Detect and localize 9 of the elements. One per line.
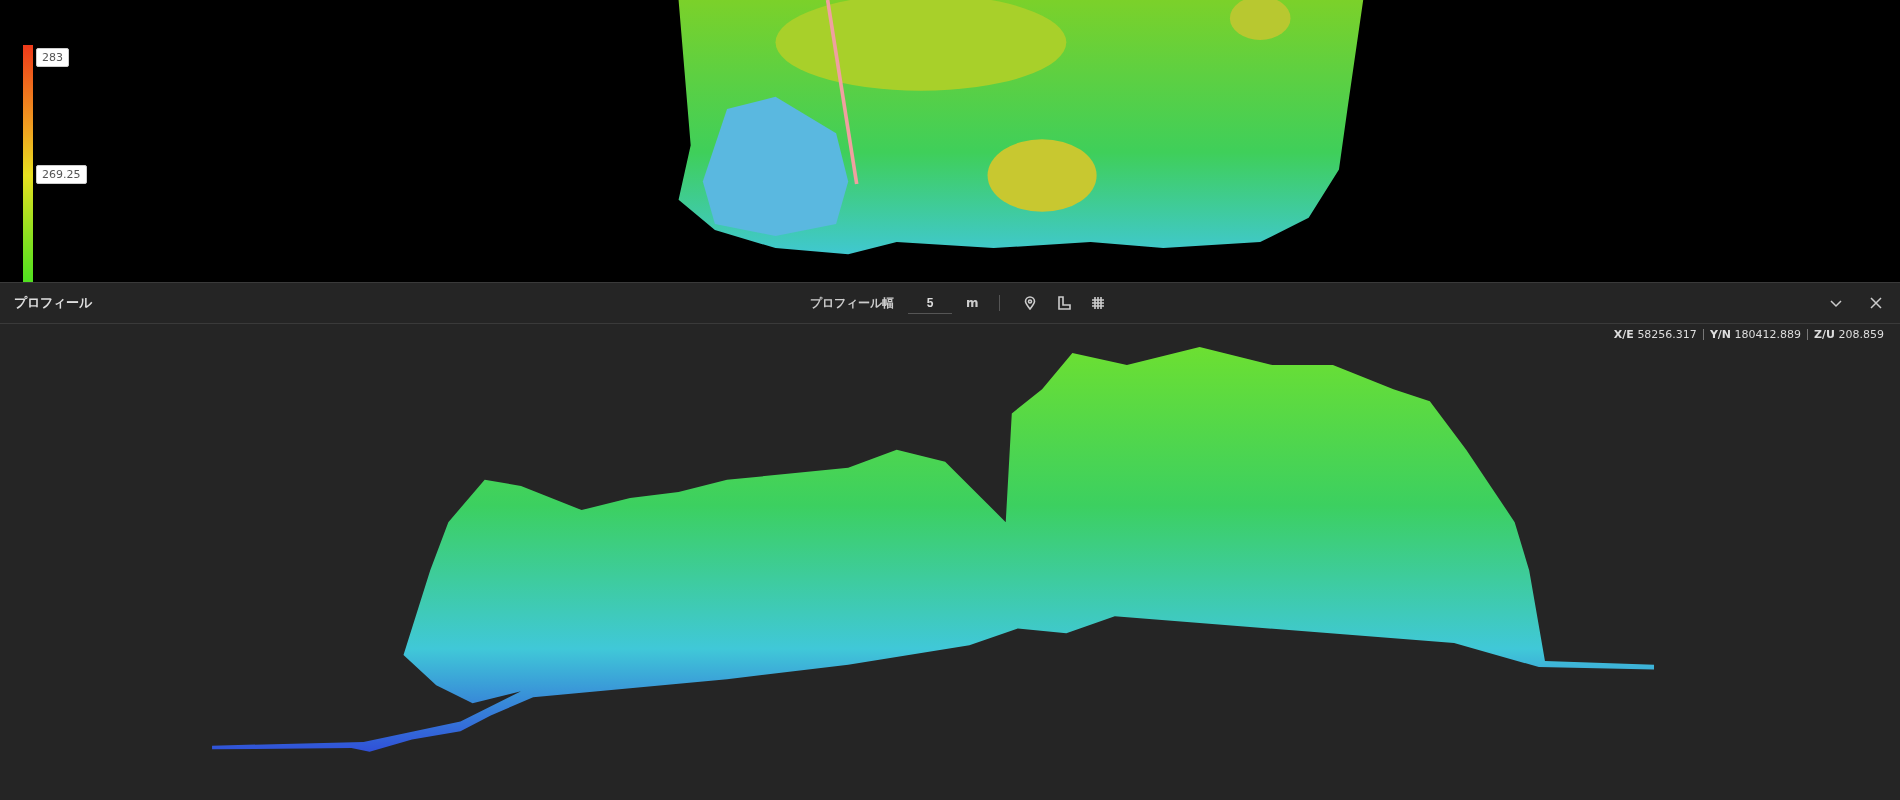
panel-title: プロフィール [14,294,92,312]
unit-label: m [966,296,979,310]
scale-label: 283 [36,48,69,67]
coordinate-readout: Z/U 208.859 [1814,328,1884,341]
scale-label: 269.25 [36,165,87,184]
profile-width-field[interactable]: 5 [908,292,952,314]
coordinate-readout: X/E 58256.317 [1613,328,1697,341]
profile-width-label: プロフィール幅 [810,294,894,312]
coordinate-readout: Y/N 180412.889 [1709,328,1802,341]
